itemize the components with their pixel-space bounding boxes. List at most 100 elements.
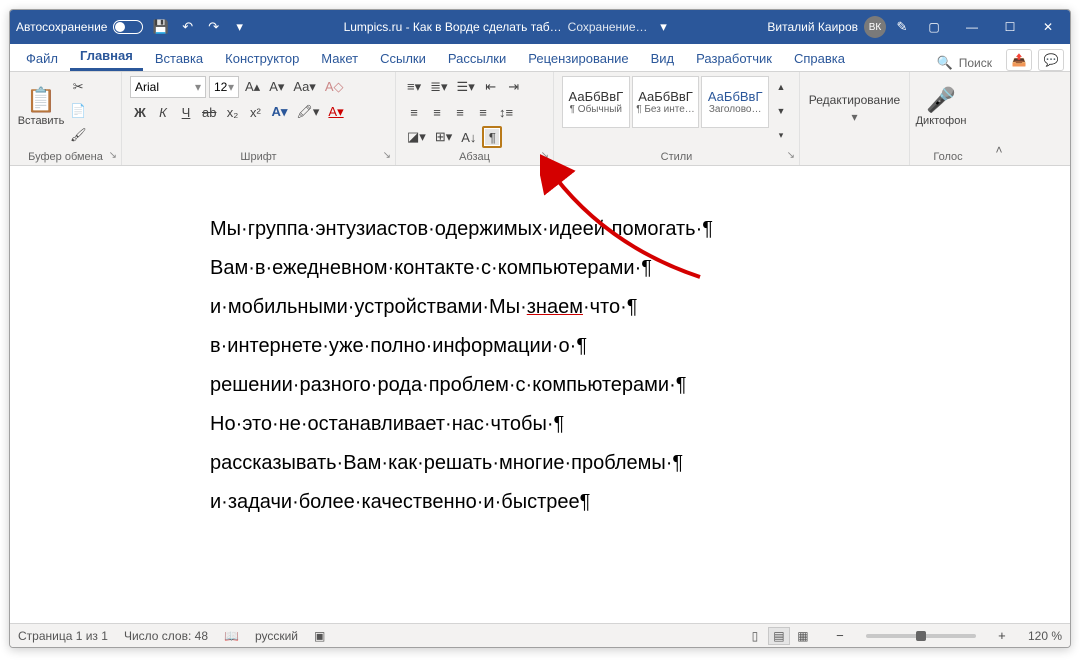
language-indicator[interactable]: русский <box>255 629 298 643</box>
group-clipboard: 📋 Вставить ✂ 📄 🖌 Буфер обмена↘ <box>10 72 122 165</box>
justify-icon[interactable]: ≡ <box>473 101 493 123</box>
redo-icon[interactable]: ↷ <box>204 16 224 38</box>
decrease-indent-icon[interactable]: ⇤ <box>481 76 501 98</box>
copy-icon[interactable]: 📄 <box>67 100 90 122</box>
change-case-icon[interactable]: Aa▾ <box>290 76 318 98</box>
launcher-icon[interactable]: ↘ <box>787 150 795 161</box>
zoom-out-button[interactable]: − <box>830 625 850 647</box>
align-right-icon[interactable]: ≡ <box>450 101 470 123</box>
group-paragraph: ≡▾ ≣▾ ☰▾ ⇤ ⇥ ≡ ≡ ≡ ≡ ↕≡ ◪▾ ⊞▾ A↓ ¶ <box>396 72 554 165</box>
font-name-combo[interactable]: Arial▾ <box>130 76 206 98</box>
user-name[interactable]: Виталий Каиров <box>767 20 858 34</box>
line-spacing-icon[interactable]: ↕≡ <box>496 101 516 123</box>
multilevel-icon[interactable]: ☰▾ <box>454 76 478 98</box>
styles-scroll-down-icon[interactable]: ▼ <box>771 100 791 122</box>
shrink-font-icon[interactable]: A▾ <box>266 76 287 98</box>
tab-home[interactable]: Главная <box>70 43 143 71</box>
grow-font-icon[interactable]: A▴ <box>242 76 263 98</box>
strike-button[interactable]: ab <box>199 101 219 123</box>
ribbon-options-icon[interactable]: ▢ <box>918 13 950 41</box>
tab-mailings[interactable]: Рассылки <box>438 46 516 71</box>
document-line[interactable]: Мы·группа·энтузиастов·одержимых·идеей·по… <box>210 214 890 245</box>
style-normal[interactable]: АаБбВвГ ¶ Обычный <box>562 76 630 128</box>
document-line[interactable]: рассказывать·Вам·как·решать·многие·пробл… <box>210 448 890 479</box>
minimize-button[interactable]: — <box>956 13 988 41</box>
editing-button[interactable]: Редактирование <box>809 93 900 107</box>
share-button[interactable]: 📤 <box>1006 49 1032 71</box>
paste-button[interactable]: 📋 Вставить <box>18 76 64 136</box>
tab-insert[interactable]: Вставка <box>145 46 213 71</box>
show-hide-paragraph-marks-button[interactable]: ¶ <box>482 126 502 148</box>
comments-button[interactable]: 💬 <box>1038 49 1064 71</box>
web-layout-icon[interactable]: ▦ <box>792 627 814 645</box>
word-count[interactable]: Число слов: 48 <box>124 629 208 643</box>
autosave-toggle[interactable]: Автосохранение <box>16 20 143 34</box>
bullets-icon[interactable]: ≡▾ <box>404 76 424 98</box>
superscript-button[interactable]: x² <box>245 101 265 123</box>
tab-layout[interactable]: Макет <box>311 46 368 71</box>
tab-review[interactable]: Рецензирование <box>518 46 638 71</box>
borders-icon[interactable]: ⊞▾ <box>432 126 455 148</box>
document-line[interactable]: решении·разного·рода·проблем·с·компьютер… <box>210 370 890 401</box>
font-size-combo[interactable]: 12▾ <box>209 76 239 98</box>
styles-gallery[interactable]: АаБбВвГ ¶ Обычный АаБбВвГ ¶ Без инте… Аа… <box>562 76 791 146</box>
italic-button[interactable]: К <box>153 101 173 123</box>
save-icon[interactable]: 💾 <box>149 16 171 38</box>
document-page[interactable]: Мы·группа·энтузиастов·одержимых·идеей·по… <box>130 166 950 586</box>
launcher-icon[interactable]: ↘ <box>541 150 549 161</box>
document-line[interactable]: в·интернете·уже·полно·информации·о·¶ <box>210 331 890 362</box>
align-center-icon[interactable]: ≡ <box>427 101 447 123</box>
tab-view[interactable]: Вид <box>641 46 685 71</box>
maximize-button[interactable]: ☐ <box>994 13 1026 41</box>
zoom-level[interactable]: 120 % <box>1028 629 1062 643</box>
shading-icon[interactable]: ◪▾ <box>404 126 429 148</box>
qat-dropdown-icon[interactable]: ▾ <box>230 16 250 38</box>
document-line[interactable]: Вам·в·ежедневном·контакте·с·компьютерами… <box>210 253 890 284</box>
tab-developer[interactable]: Разработчик <box>686 46 782 71</box>
underline-button[interactable]: Ч <box>176 101 196 123</box>
page-indicator[interactable]: Страница 1 из 1 <box>18 629 108 643</box>
tab-help[interactable]: Справка <box>784 46 855 71</box>
font-group-label: Шрифт <box>240 151 276 163</box>
tab-design[interactable]: Конструктор <box>215 46 309 71</box>
zoom-slider[interactable] <box>866 634 976 638</box>
tab-file[interactable]: Файл <box>16 46 68 71</box>
read-mode-icon[interactable]: ▯ <box>744 627 766 645</box>
collapse-ribbon-button[interactable]: ˄ <box>986 72 1012 165</box>
align-left-icon[interactable]: ≡ <box>404 101 424 123</box>
macro-record-icon[interactable]: ▣ <box>314 629 325 643</box>
undo-icon[interactable]: ↶ <box>178 16 198 38</box>
text-effects-icon[interactable]: A▾ <box>268 101 290 123</box>
increase-indent-icon[interactable]: ⇥ <box>504 76 524 98</box>
numbering-icon[interactable]: ≣▾ <box>427 76 450 98</box>
document-line[interactable]: и·мобильными·устройствами·Мы·знаем·что·¶ <box>210 292 890 323</box>
font-color-icon[interactable]: A▾ <box>325 101 346 123</box>
draw-mode-icon[interactable]: ✎ <box>892 16 912 38</box>
print-layout-icon[interactable]: ▤ <box>768 627 790 645</box>
dictate-button[interactable]: 🎤 Диктофон <box>918 76 964 136</box>
styles-scroll-up-icon[interactable]: ▲ <box>771 76 791 98</box>
cut-icon[interactable]: ✂ <box>67 76 90 98</box>
document-line[interactable]: и·задачи·более·качественно·и·быстрее¶ <box>210 487 890 518</box>
subscript-button[interactable]: x₂ <box>222 101 242 123</box>
bold-button[interactable]: Ж <box>130 101 150 123</box>
style-heading1[interactable]: АаБбВвГ Заголово… <box>701 76 769 128</box>
format-painter-icon[interactable]: 🖌 <box>67 124 90 146</box>
proofing-icon[interactable]: 📖 <box>224 629 239 643</box>
style-no-spacing[interactable]: АаБбВвГ ¶ Без инте… <box>632 76 700 128</box>
close-button[interactable]: ✕ <box>1032 13 1064 41</box>
highlight-icon[interactable]: 🖍▾ <box>293 101 322 123</box>
toggle-switch-icon[interactable] <box>113 20 143 34</box>
document-workspace[interactable]: Мы·группа·энтузиастов·одержимых·идеей·по… <box>10 166 1070 623</box>
tab-references[interactable]: Ссылки <box>370 46 436 71</box>
launcher-icon[interactable]: ↘ <box>109 150 117 161</box>
title-dropdown-icon[interactable]: ▾ <box>654 16 674 38</box>
zoom-in-button[interactable]: + <box>992 625 1012 647</box>
document-line[interactable]: Но·это·не·останавливает·нас·чтобы·¶ <box>210 409 890 440</box>
tell-me-search[interactable]: 🔍 Поиск <box>937 55 1000 71</box>
clear-format-icon[interactable]: A◇ <box>322 76 347 98</box>
launcher-icon[interactable]: ↘ <box>383 150 391 161</box>
sort-icon[interactable]: A↓ <box>458 126 479 148</box>
user-avatar[interactable]: ВК <box>864 16 886 38</box>
styles-expand-icon[interactable]: ▾ <box>771 124 791 146</box>
